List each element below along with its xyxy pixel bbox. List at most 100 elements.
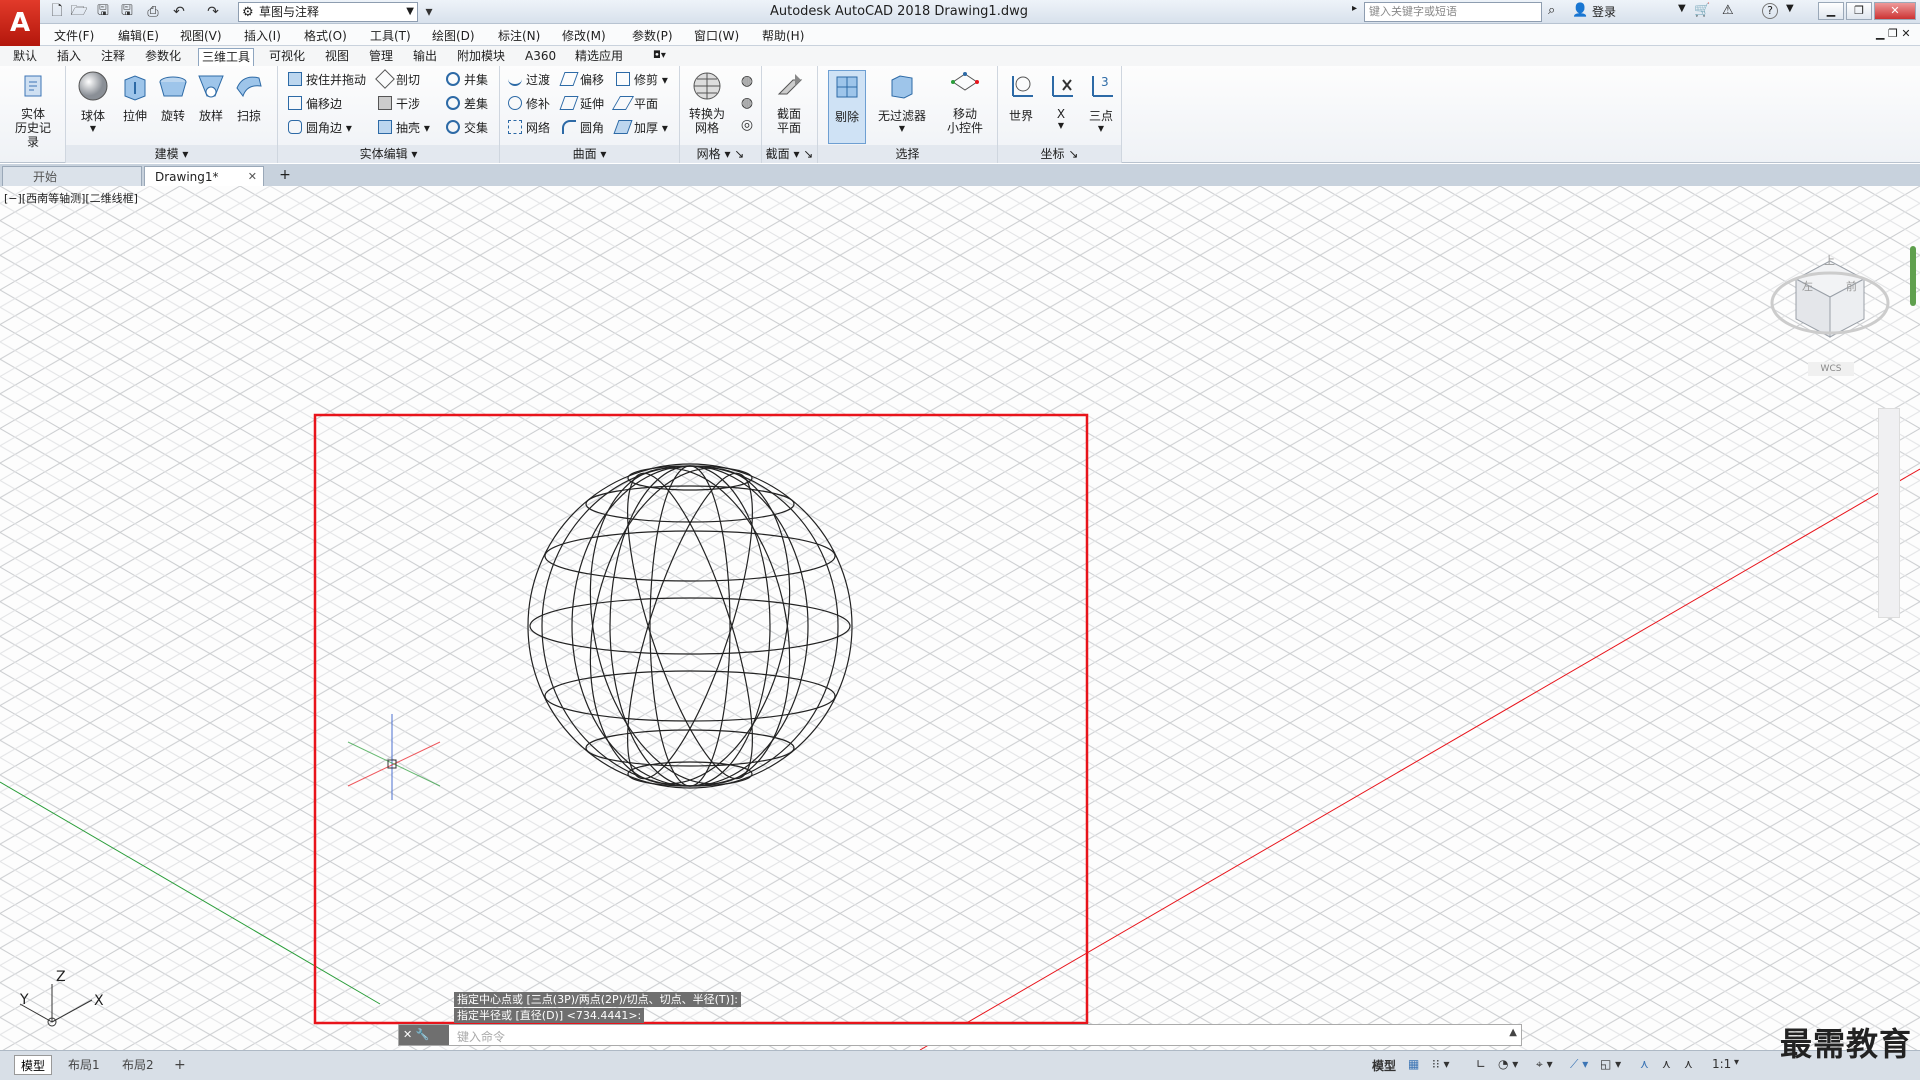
scale-dropdown-icon[interactable]: ▾ [1734,1057,1739,1068]
redo-icon[interactable]: ↷ [204,3,222,21]
blend-button[interactable]: 过渡 [508,70,550,90]
search-input[interactable]: 键入关键字或短语 [1364,2,1542,22]
viewcube-left-label[interactable]: 左 [1802,278,1813,294]
sweep-button[interactable]: 扫掠 [230,70,268,124]
surface-panel-title[interactable]: 曲面 ▾ [500,145,679,163]
autodesk-app-icon[interactable]: ⚠ [1722,3,1734,18]
layout-tab-model[interactable]: 模型 [14,1055,53,1075]
add-layout-button[interactable]: + [168,1055,192,1075]
menu-view[interactable]: 视图(V) [180,27,222,44]
osnap-icon[interactable]: ⌖ ▾ [1536,1057,1553,1072]
grid-icon[interactable]: ▦ [1408,1057,1419,1071]
annotation-autoscale-icon[interactable]: ⋏ [1662,1057,1671,1071]
open-file-icon[interactable]: 🗁 [70,3,88,21]
mesh-tool-3-icon[interactable]: ◎ [738,116,756,134]
navigation-bar[interactable] [1878,408,1900,618]
binoculars-icon[interactable]: ⌕ [1548,3,1555,18]
customize-toolbar-icon[interactable]: ▾ [420,3,438,21]
help-dropdown-icon[interactable]: ▼ [1786,3,1794,14]
tab-drawing1[interactable]: Drawing1* ✕ [144,166,264,186]
tab-a360[interactable]: A360 [522,48,559,66]
ucs-x-button[interactable]: X ▼ [1042,70,1080,130]
drawing-viewport[interactable]: [−][西南等轴测][二维线框] 上 左 前 WCS Z X Y 指定中心点或 … [0,186,1920,1050]
section-plane-button[interactable]: 截面 平面 [770,70,808,135]
solid-history-button[interactable]: 实体 历史记录 [10,70,56,149]
tab-parametric[interactable]: 参数化 [142,48,184,66]
tab-visualize[interactable]: 可视化 [266,48,308,66]
menu-help[interactable]: 帮助(H) [762,27,804,44]
viewcube-top-label[interactable]: 上 [1824,252,1835,268]
tab-annotate[interactable]: 注释 [98,48,128,66]
menu-dimension[interactable]: 标注(N) [498,27,540,44]
revolve-button[interactable]: 旋转 [154,70,192,124]
undo-icon[interactable]: ↶ [170,3,188,21]
polar-icon[interactable]: ◔ ▾ [1498,1057,1518,1071]
model-space-button[interactable]: 模型 [1372,1057,1396,1074]
print-icon[interactable]: ⎙ [144,3,162,21]
no-filter-button[interactable]: 无过滤器 ▼ [874,70,930,133]
patch-button[interactable]: 修补 [508,94,550,114]
tab-addins[interactable]: 附加模块 [454,48,508,66]
convert-to-mesh-button[interactable]: 转换为 网格 [684,70,730,135]
ribbon-minimize-icon[interactable]: ◘▾ [650,48,669,66]
login-button[interactable]: 登录 [1592,3,1616,20]
tab-default[interactable]: 默认 [10,48,40,66]
new-file-icon[interactable]: 🗋 [48,3,66,21]
shell-button[interactable]: 抽壳 ▾ [378,118,430,138]
move-gizmo-button[interactable]: 移动 小控件 [942,70,988,135]
menu-edit[interactable]: 编辑(E) [118,27,159,44]
menu-window[interactable]: 窗口(W) [694,27,739,44]
planar-button[interactable]: 平面 [611,94,658,114]
ucs-world-button[interactable]: 世界 [1002,70,1040,124]
close-tab-icon[interactable]: ✕ [248,167,257,187]
mesh-panel-title[interactable]: 网格 ▾ ↘ [680,145,761,163]
subtract-button[interactable]: 差集 [446,94,488,114]
trim-button[interactable]: 修剪 ▾ [616,70,668,90]
close-button[interactable]: ✕ [1874,2,1916,20]
menu-parametric[interactable]: 参数(P) [632,27,673,44]
command-input[interactable]: 键入命令 [457,1028,505,1045]
isodraft-icon[interactable]: ⟋ ▾ [1570,1057,1588,1072]
mesh-tool-1-icon[interactable]: ◍ [738,72,756,90]
search-expand-icon[interactable]: ▸ [1352,3,1357,14]
culling-button[interactable]: 剔除 [828,70,866,144]
ortho-icon[interactable]: ∟ [1476,1057,1486,1071]
tab-manage[interactable]: 管理 [366,48,396,66]
annotation-scale-value[interactable]: 1:1 [1712,1057,1731,1071]
otrack-icon[interactable]: ◱ ▾ [1600,1057,1621,1071]
command-line-tools[interactable]: ✕ 🔧 [399,1025,449,1045]
tab-3d-tools[interactable]: 三维工具 [198,48,255,66]
wcs-menu[interactable]: WCS [1808,362,1854,376]
command-line[interactable]: ✕ 🔧 键入命令 ▲ [398,1024,1522,1046]
menu-insert[interactable]: 插入(I) [244,27,281,44]
extend-button[interactable]: 延伸 [559,94,604,114]
fillet-edge-button[interactable]: 圆角边 ▾ [288,118,352,138]
tab-view[interactable]: 视图 [322,48,352,66]
new-tab-button[interactable]: + [276,167,294,185]
viewport-scroll-indicator[interactable] [1910,246,1916,306]
cart-icon[interactable]: 🛒 [1694,3,1710,18]
surface-fillet-button[interactable]: 圆角 [562,118,604,138]
coords-panel-title[interactable]: 坐标 ↘ [998,145,1121,163]
union-button[interactable]: 并集 [446,70,488,90]
mesh-tool-2-icon[interactable]: ◍ [738,94,756,112]
help-button[interactable]: ? [1762,3,1778,19]
viewcube-front-label[interactable]: 前 [1846,278,1857,294]
presspull-button[interactable]: 按住并拖动 [288,70,366,90]
menu-file[interactable]: 文件(F) [54,27,94,44]
offset-edge-button[interactable]: 偏移边 [288,94,342,114]
annotation-visibility-icon[interactable]: ⋏ [1640,1057,1649,1071]
surface-offset-button[interactable]: 偏移 [559,70,604,90]
tab-featured-apps[interactable]: 精选应用 [572,48,626,66]
loft-button[interactable]: 放样 [192,70,230,124]
slice-button[interactable]: 剖切 [375,69,420,90]
thicken-button[interactable]: 加厚 ▾ [613,118,668,138]
sphere-button[interactable]: 球体 ▼ [74,70,112,133]
network-button[interactable]: 网络 [508,118,550,138]
section-panel-title[interactable]: 截面 ▾ ↘ [762,145,817,163]
layout-tab-2[interactable]: 布局2 [116,1055,160,1075]
annotation-scale-icon[interactable]: ⋏ [1684,1057,1693,1071]
solid-edit-panel-title[interactable]: 实体编辑 ▾ [278,145,499,163]
tab-start[interactable]: 开始 [2,166,142,186]
layout-tab-1[interactable]: 布局1 [62,1055,106,1075]
